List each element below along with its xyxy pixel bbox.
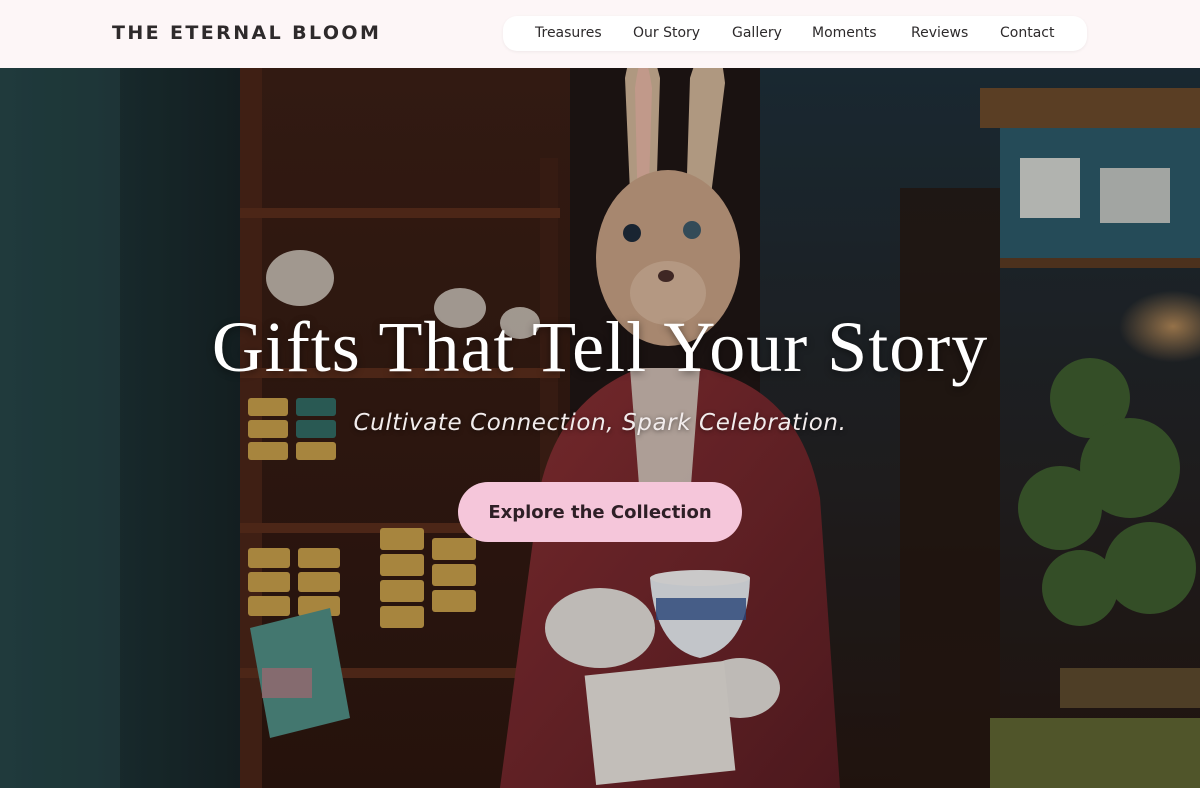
site-header: THE ETERNAL BLOOM Treasures Our Story Ga… — [0, 0, 1200, 68]
explore-collection-button[interactable]: Explore the Collection — [458, 482, 742, 542]
hero-title: Gifts That Tell Your Story — [211, 307, 989, 387]
nav-item-our-story[interactable]: Our Story — [633, 25, 700, 41]
page-bottom-edge — [0, 788, 1200, 800]
nav-item-treasures[interactable]: Treasures — [535, 25, 602, 41]
nav-item-moments[interactable]: Moments — [812, 25, 877, 41]
nav-item-gallery[interactable]: Gallery — [732, 25, 782, 41]
nav-item-reviews[interactable]: Reviews — [911, 25, 968, 41]
hero-section: Gifts That Tell Your Story Cultivate Con… — [0, 68, 1200, 788]
main-nav: Treasures Our Story Gallery Moments Revi… — [503, 16, 1087, 51]
hero-subtitle: Cultivate Connection, Spark Celebration. — [353, 410, 847, 436]
brand-logo-text[interactable]: THE ETERNAL BLOOM — [112, 22, 381, 44]
nav-item-contact[interactable]: Contact — [1000, 25, 1054, 41]
